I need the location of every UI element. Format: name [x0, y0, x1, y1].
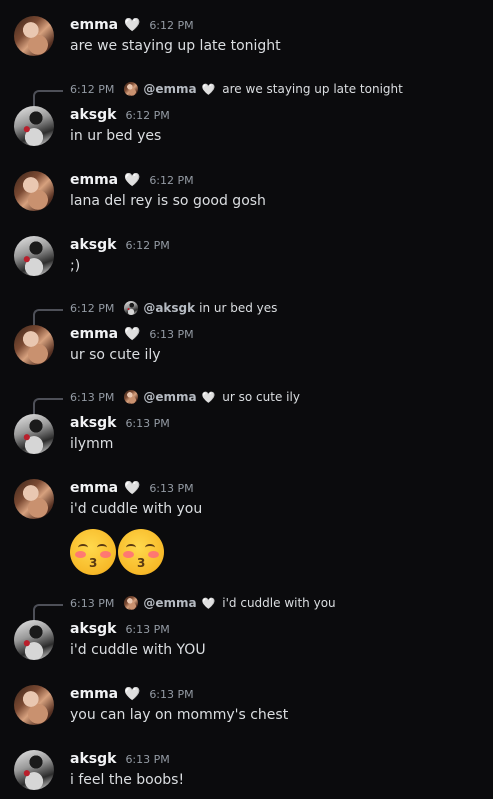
username[interactable]: emma — [70, 172, 118, 188]
emoji-row: 3 3 — [70, 529, 166, 575]
heart-badge-icon: 🤍 — [124, 18, 141, 33]
message-text: lana del rey is so good gosh — [70, 193, 266, 209]
reply-text: ur so cute ily — [222, 390, 300, 404]
message-text: i'd cuddle with YOU — [70, 642, 206, 658]
username[interactable]: emma — [70, 686, 118, 702]
chat-log: emma 🤍 6:12 PM are we staying up late to… — [0, 0, 493, 799]
heart-badge-icon: 🤍 — [124, 327, 141, 342]
message-header: emma 🤍 6:13 PM — [70, 326, 194, 342]
message-text: ;) — [70, 258, 81, 274]
message-header: aksgk 6:12 PM — [70, 237, 170, 253]
message-text: ur so cute ily — [70, 347, 161, 363]
reply-connector — [33, 90, 63, 106]
timestamp: 6:12 PM — [125, 109, 170, 122]
message-text: ilymm — [70, 436, 114, 452]
timestamp: 6:13 PM — [149, 688, 194, 701]
avatar[interactable] — [14, 620, 54, 660]
reply-timestamp: 6:13 PM — [70, 390, 115, 404]
reply-preview[interactable]: 6:12 PM @aksgk in ur bed yes — [70, 301, 277, 315]
username[interactable]: aksgk — [70, 751, 116, 767]
heart-badge-icon: 🤍 — [201, 82, 216, 96]
username[interactable]: aksgk — [70, 107, 116, 123]
timestamp: 6:12 PM — [125, 239, 170, 252]
message-text: in ur bed yes — [70, 128, 162, 144]
username[interactable]: emma — [70, 480, 118, 496]
reply-timestamp: 6:12 PM — [70, 301, 115, 315]
timestamp: 6:12 PM — [149, 19, 194, 32]
username[interactable]: emma — [70, 326, 118, 342]
avatar[interactable] — [14, 325, 54, 365]
avatar[interactable] — [14, 106, 54, 146]
heart-badge-icon: 🤍 — [124, 481, 141, 496]
reply-avatar — [124, 82, 139, 96]
timestamp: 6:13 PM — [149, 328, 194, 341]
reply-timestamp: 6:12 PM — [70, 82, 115, 96]
reply-preview[interactable]: 6:13 PM @emma 🤍 ur so cute ily — [70, 390, 300, 404]
message-text: i'd cuddle with you — [70, 501, 203, 517]
message-header: emma 🤍 6:12 PM — [70, 17, 194, 33]
message-header: emma 🤍 6:13 PM — [70, 480, 194, 496]
reply-timestamp: 6:13 PM — [70, 596, 115, 610]
avatar[interactable] — [14, 236, 54, 276]
message-text: you can lay on mommy's chest — [70, 707, 289, 723]
kissing-face-emoji-icon[interactable]: 3 — [118, 529, 164, 575]
avatar[interactable] — [14, 479, 54, 519]
reply-username[interactable]: @aksgk — [143, 301, 195, 315]
reply-username[interactable]: @emma — [143, 596, 196, 610]
reply-connector — [33, 398, 63, 414]
reply-avatar — [124, 301, 139, 315]
timestamp: 6:12 PM — [149, 174, 194, 187]
timestamp: 6:13 PM — [125, 417, 170, 430]
avatar[interactable] — [14, 414, 54, 454]
reply-connector — [33, 309, 63, 325]
reply-username[interactable]: @emma — [143, 390, 196, 404]
message-header: emma 🤍 6:13 PM — [70, 686, 194, 702]
timestamp: 6:13 PM — [125, 623, 170, 636]
message-header: aksgk 6:13 PM — [70, 415, 170, 431]
heart-badge-icon: 🤍 — [201, 596, 216, 610]
reply-avatar — [124, 390, 139, 404]
username[interactable]: aksgk — [70, 237, 116, 253]
avatar[interactable] — [14, 750, 54, 790]
reply-text: in ur bed yes — [199, 301, 278, 315]
avatar[interactable] — [14, 171, 54, 211]
kissing-face-emoji-icon[interactable]: 3 — [70, 529, 116, 575]
reply-connector — [33, 604, 63, 620]
message-text: are we staying up late tonight — [70, 38, 281, 54]
username[interactable]: aksgk — [70, 621, 116, 637]
reply-username[interactable]: @emma — [143, 82, 196, 96]
message-header: aksgk 6:13 PM — [70, 621, 170, 637]
reply-preview[interactable]: 6:13 PM @emma 🤍 i'd cuddle with you — [70, 596, 336, 610]
avatar[interactable] — [14, 685, 54, 725]
heart-badge-icon: 🤍 — [201, 390, 216, 404]
message-header: emma 🤍 6:12 PM — [70, 172, 194, 188]
username[interactable]: emma — [70, 17, 118, 33]
reply-text: are we staying up late tonight — [222, 82, 403, 96]
username[interactable]: aksgk — [70, 415, 116, 431]
message-text: i feel the boobs! — [70, 772, 185, 788]
reply-text: i'd cuddle with you — [222, 596, 336, 610]
timestamp: 6:13 PM — [149, 482, 194, 495]
reply-preview[interactable]: 6:12 PM @emma 🤍 are we staying up late t… — [70, 82, 403, 96]
heart-badge-icon: 🤍 — [124, 173, 141, 188]
timestamp: 6:13 PM — [125, 753, 170, 766]
avatar[interactable] — [14, 16, 54, 56]
message-header: aksgk 6:12 PM — [70, 107, 170, 123]
message-header: aksgk 6:13 PM — [70, 751, 170, 767]
reply-avatar — [124, 596, 139, 610]
heart-badge-icon: 🤍 — [124, 687, 141, 702]
